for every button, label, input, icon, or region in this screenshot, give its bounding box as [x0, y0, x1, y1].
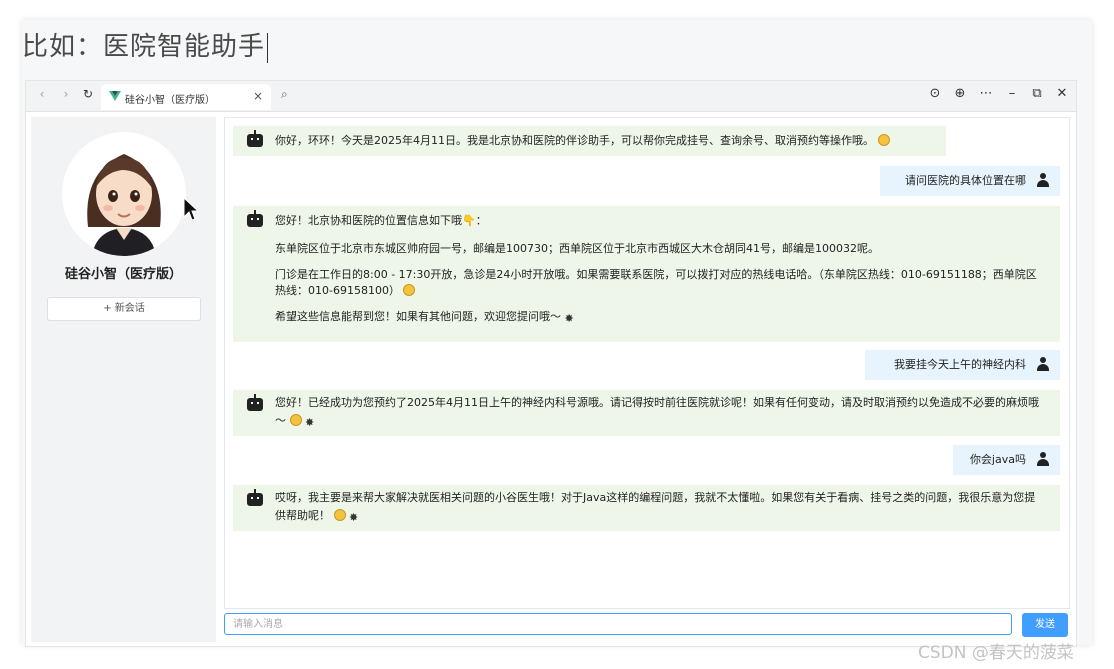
vue-logo-icon: [109, 91, 121, 101]
smile-emoji-icon: [403, 284, 416, 296]
bot-message: 您好！已经成功为您预约了2025年4月11日上午的神经内科号源哦。请记得按时前往…: [233, 390, 1060, 436]
minimize-icon[interactable]: –: [1003, 86, 1021, 101]
mouse-cursor-icon: [183, 197, 199, 221]
chat-panel: 你好，环环！今天是2025年4月11日。我是北京协和医院的伴诊助手，可以帮你完成…: [224, 117, 1070, 609]
message-text: 您好！已经成功为您预约了2025年4月11日上午的神经内科号源哦。请记得按时前往…: [275, 396, 1039, 427]
message-paragraph: 门诊是在工作日的8:00 - 17:30开放，急诊是24小时开放哦。如果需要联系…: [275, 268, 1037, 297]
smile-emoji-icon: [333, 509, 346, 521]
message-text: 请问医院的具体位置在哪: [905, 174, 1026, 187]
user-icon: [1036, 452, 1050, 468]
slide: 比如：医院智能助手 ‹ › ↻ 硅谷小智（医疗版） × ⌕ ⊙ ⊕ ⋯ – ⧉ …: [22, 20, 1092, 647]
browser-tabbar: ‹ › ↻ 硅谷小智（医疗版） × ⌕ ⊙ ⊕ ⋯ – ⧉ ✕: [26, 81, 1076, 112]
more-icon[interactable]: ⋯: [977, 86, 995, 101]
bot-message: 您好！北京协和医院的位置信息如下哦👇： 东单院区位于北京市东城区帅府园一号，邮编…: [233, 206, 1060, 342]
smile-emoji-icon: [289, 414, 302, 426]
bot-name: 硅谷小智（医疗版）: [64, 267, 182, 282]
send-button[interactable]: 发送: [1022, 613, 1068, 637]
message-text: 我要挂今天上午的神经内科: [894, 358, 1026, 371]
globe-icon[interactable]: ⊕: [951, 86, 969, 101]
message-text: 你会java吗: [969, 453, 1026, 466]
back-icon[interactable]: ‹: [34, 87, 50, 101]
watermark: CSDN @春天的菠菜: [918, 643, 1074, 663]
bot-message: 你好，环环！今天是2025年4月11日。我是北京协和医院的伴诊助手，可以帮你完成…: [233, 126, 946, 156]
user-icon: [1036, 357, 1050, 373]
slide-title: 比如：医院智能助手: [22, 26, 269, 63]
user-message: 请问医院的具体位置在哪: [880, 166, 1060, 196]
forward-icon[interactable]: ›: [58, 87, 74, 101]
message-paragraph: 希望这些信息能帮到您！如果有其他问题，欢迎您提问哦～: [275, 310, 561, 323]
bot-message: 哎呀，我主要是来帮大家解决就医相关问题的小谷医生哦！对于Java这样的编程问题，…: [233, 485, 1060, 531]
download-icon[interactable]: ⊙: [926, 86, 944, 101]
user-message: 你会java吗: [953, 445, 1060, 475]
sidebar: 硅谷小智（医疗版） + 新会话: [31, 117, 216, 642]
sparkle-emoji-icon: ✸: [349, 511, 359, 524]
tab-title: 硅谷小智（医疗版）: [125, 95, 215, 106]
sparkle-emoji-icon: ✸: [305, 416, 315, 429]
bot-avatar: [62, 132, 186, 256]
tab-close-icon[interactable]: ×: [253, 89, 263, 103]
robot-icon: [247, 130, 263, 147]
robot-icon: [247, 210, 263, 227]
user-message: 我要挂今天上午的神经内科: [865, 350, 1060, 380]
search-icon[interactable]: ⌕: [281, 87, 288, 102]
sparkle-emoji-icon: ✸: [564, 312, 574, 325]
message-text: 哎呀，我主要是来帮大家解决就医相关问题的小谷医生哦！对于Java这样的编程问题，…: [275, 491, 1036, 522]
message-paragraph: 您好！北京协和医院的位置信息如下哦👇：: [275, 214, 487, 227]
restore-icon[interactable]: ⧉: [1028, 86, 1046, 101]
reload-icon[interactable]: ↻: [80, 87, 96, 101]
message-paragraph: 东单院区位于北京市东城区帅府园一号，邮编是100730；西单院区位于北京市西城区…: [275, 242, 879, 255]
robot-icon: [247, 489, 263, 506]
browser-window: ‹ › ↻ 硅谷小智（医疗版） × ⌕ ⊙ ⊕ ⋯ – ⧉ ✕ 硅谷小智（医疗版…: [25, 80, 1077, 647]
browser-tab[interactable]: 硅谷小智（医疗版） ×: [101, 84, 271, 110]
smile-emoji-icon: [877, 134, 890, 146]
user-icon: [1036, 173, 1050, 189]
message-text: 你好，环环！今天是2025年4月11日。我是北京协和医院的伴诊助手，可以帮你完成…: [275, 134, 874, 147]
text-caret: [267, 32, 269, 63]
new-chat-button[interactable]: + 新会话: [47, 297, 201, 321]
close-window-icon[interactable]: ✕: [1053, 86, 1071, 101]
message-input[interactable]: 请输入消息: [224, 613, 1012, 635]
robot-icon: [247, 394, 263, 411]
